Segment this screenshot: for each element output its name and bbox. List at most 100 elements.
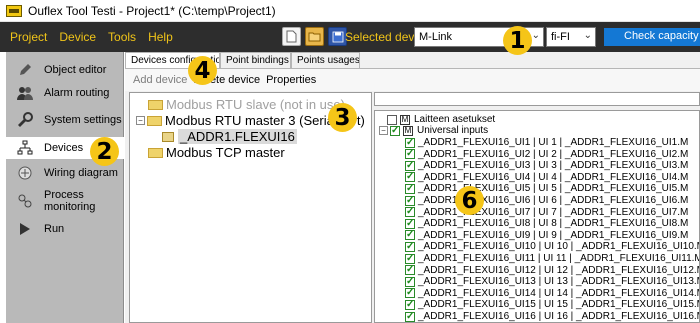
callout-badge: 1 (503, 26, 532, 55)
sidebar-item-alarm-routing[interactable]: Alarm routing (6, 82, 124, 104)
point-row[interactable]: ✓ _ADDR1_FLEXUI16_UI15 | UI 15 | _ADDR1_F… (405, 299, 700, 311)
menu-help[interactable]: Help (142, 30, 179, 44)
checkbox[interactable]: ✓ (405, 265, 415, 276)
checkbox[interactable]: ✓ (405, 149, 415, 160)
callout-badge: 3 (328, 103, 357, 132)
point-row[interactable]: ✓ _ADDR1_FLEXUI16_UI13 | UI 13 | _ADDR1_F… (405, 276, 699, 287)
collapse-icon[interactable]: − (136, 116, 145, 125)
point-row[interactable]: ✓ _ADDR1_FLEXUI16_UI14 | UI 14 | _ADDR1_F… (405, 287, 700, 299)
collapse-icon[interactable]: − (379, 126, 388, 135)
point-label: _ADDR1_FLEXUI16_UI2 | UI 2 | _ADDR1_FLEX… (418, 148, 689, 160)
checkbox[interactable]: ✓ (405, 253, 415, 264)
tree-node-flexui16[interactable]: _ADDR1.FLEXUI16 (162, 129, 297, 144)
point-label: _ADDR1_FLEXUI16_UI8 | UI 8 | _ADDR1_FLEX… (418, 218, 689, 230)
sidebar: Object editor Alarm routing System setti… (6, 52, 124, 323)
properties-button[interactable]: Properties (266, 74, 316, 86)
point-row[interactable]: ✓ _ADDR1_FLEXUI16_UI16 | UI 16 | _ADDR1_F… (405, 311, 699, 322)
window-title: Ouflex Tool Testi - Project1* (C:\temp\P… (28, 3, 276, 18)
point-row[interactable]: ✓ _ADDR1_FLEXUI16_UI10 | UI 10 | _ADDR1_F… (405, 241, 700, 253)
tab-points-usages[interactable]: Points usages (291, 52, 360, 68)
module-badge-icon: M (400, 114, 410, 125)
folder-icon (148, 99, 163, 110)
point-label: _ADDR1_FLEXUI16_UI3 | UI 3 | _ADDR1_FLEX… (418, 160, 689, 172)
checkbox[interactable]: ✓ (387, 114, 397, 125)
sidebar-item-object-editor[interactable]: Object editor (6, 59, 124, 81)
checkbox[interactable]: ✓ (405, 288, 415, 299)
point-label: _ADDR1_FLEXUI16_UI10 | UI 10 | _ADDR1_FL… (418, 241, 700, 253)
wrench-icon (16, 112, 34, 128)
point-row[interactable]: ✓ _ADDR1_FLEXUI16_UI8 | UI 8 | _ADDR1_FLE… (405, 218, 688, 229)
points-tree: ✓ M Laitteen asetukset − ✓ M Universal i… (374, 110, 700, 323)
checkbox[interactable]: ✓ (405, 172, 415, 183)
point-row[interactable]: ✓ _ADDR1_FLEXUI16_UI12 | UI 12 | _ADDR1_F… (405, 264, 700, 276)
point-row[interactable]: ✓ _ADDR1_FLEXUI16_UI5 | UI 5 | _ADDR1_FLE… (405, 183, 688, 194)
chevron-down-icon: ⌄ (583, 30, 592, 41)
checkbox[interactable]: ✓ (405, 241, 415, 252)
check-capacity-button[interactable]: Check capacity (604, 28, 700, 46)
language-select-value: fi-FI (551, 31, 570, 43)
sidebar-item-run[interactable]: Run (6, 218, 124, 240)
sidebar-item-process-monitoring[interactable]: Process monitoring (6, 189, 124, 213)
pencil-icon (16, 62, 34, 78)
checkbox[interactable]: ✓ (405, 218, 415, 229)
point-row[interactable]: ✓ _ADDR1_FLEXUI16_UI11 | UI 11 | _ADDR1_F… (405, 253, 700, 264)
group-label: Universal inputs (417, 125, 489, 136)
point-label: _ADDR1_FLEXUI16_UI14 | UI 14 | _ADDR1_FL… (418, 287, 700, 299)
add-device-button[interactable]: Add device (133, 74, 187, 86)
sidebar-item-label: Alarm routing (44, 87, 110, 99)
checkbox[interactable]: ✓ (405, 276, 415, 287)
point-row[interactable]: ✓ _ADDR1_FLEXUI16_UI9 | UI 9 | _ADDR1_FLE… (405, 230, 688, 241)
folder-icon (147, 115, 162, 126)
tab-point-bindings[interactable]: Point bindings (220, 52, 291, 68)
point-label: _ADDR1_FLEXUI16_UI15 | UI 15 | _ADDR1_FL… (418, 299, 700, 311)
checkbox[interactable]: ✓ (405, 311, 415, 322)
menu-project[interactable]: Project (0, 30, 53, 44)
checkbox[interactable]: ✓ (405, 183, 415, 194)
module-badge-icon: M (403, 125, 413, 136)
point-row[interactable]: ✓ _ADDR1_FLEXUI16_UI1 | UI 1 | _ADDR1_FLE… (405, 137, 688, 148)
sidebar-item-label: Run (44, 223, 65, 235)
checkbox[interactable]: ✓ (405, 137, 415, 148)
device-icon (162, 131, 174, 142)
chevron-down-icon: ⌄ (531, 30, 540, 41)
folder-icon (148, 147, 163, 158)
point-label: _ADDR1_FLEXUI16_UI12 | UI 12 | _ADDR1_FL… (418, 264, 700, 276)
checkbox[interactable]: ✓ (405, 195, 415, 206)
tree-node-label: _ADDR1.FLEXUI16 (178, 129, 297, 144)
point-row[interactable]: ✓ _ADDR1_FLEXUI16_UI3 | UI 3 | _ADDR1_FLE… (405, 160, 688, 171)
people-icon (16, 85, 34, 101)
open-folder-icon[interactable] (305, 27, 324, 46)
point-label: _ADDR1_FLEXUI16_UI11 | UI 11 | _ADDR1_FL… (418, 253, 700, 264)
points-header (374, 92, 700, 106)
checkbox[interactable]: ✓ (405, 160, 415, 171)
checkbox[interactable]: ✓ (405, 299, 415, 310)
sidebar-item-label: Devices (44, 142, 84, 154)
point-row[interactable]: ✓ _ADDR1_FLEXUI16_UI6 | UI 6 | _ADDR1_FLE… (405, 195, 688, 206)
checkbox[interactable]: ✓ (405, 230, 415, 241)
checkbox[interactable]: ✓ (405, 207, 415, 218)
tree-node-modbus-rtu-slave[interactable]: Modbus RTU slave (not in use) (148, 97, 345, 112)
process-icon (16, 193, 34, 209)
main-content: Devices configuration Point bindings Poi… (125, 52, 700, 323)
app-logo-icon (6, 4, 22, 17)
checkbox[interactable]: ✓ (390, 125, 400, 136)
language-select[interactable]: fi-FI ⌄ (546, 27, 596, 47)
sidebar-item-label: Wiring diagram (44, 167, 118, 179)
group-universal-inputs[interactable]: − ✓ M Universal inputs (379, 125, 488, 136)
tree-node-modbus-tcp-master[interactable]: Modbus TCP master (148, 145, 285, 160)
sidebar-item-system-settings[interactable]: System settings (6, 109, 124, 131)
wiring-icon (16, 165, 34, 181)
group-device-settings[interactable]: ✓ M Laitteen asetukset (387, 114, 495, 125)
point-row[interactable]: ✓ _ADDR1_FLEXUI16_UI2 | UI 2 | _ADDR1_FLE… (405, 149, 688, 160)
tree-node-label: Modbus RTU slave (not in use) (166, 97, 345, 112)
point-label: _ADDR1_FLEXUI16_UI1 | UI 1 | _ADDR1_FLEX… (418, 137, 689, 148)
point-row[interactable]: ✓ _ADDR1_FLEXUI16_UI4 | UI 4 | _ADDR1_FLE… (405, 172, 688, 183)
menu-device[interactable]: Device (53, 30, 102, 44)
point-row[interactable]: ✓ _ADDR1_FLEXUI16_UI7 | UI 7 | _ADDR1_FLE… (405, 207, 688, 218)
sidebar-item-label: Object editor (44, 64, 107, 76)
menu-tools[interactable]: Tools (102, 30, 142, 44)
network-icon (16, 140, 34, 156)
tab-strip: Devices configuration Point bindings Poi… (125, 52, 360, 68)
tree-node-label: Modbus TCP master (166, 145, 285, 160)
new-file-icon[interactable] (282, 27, 301, 46)
